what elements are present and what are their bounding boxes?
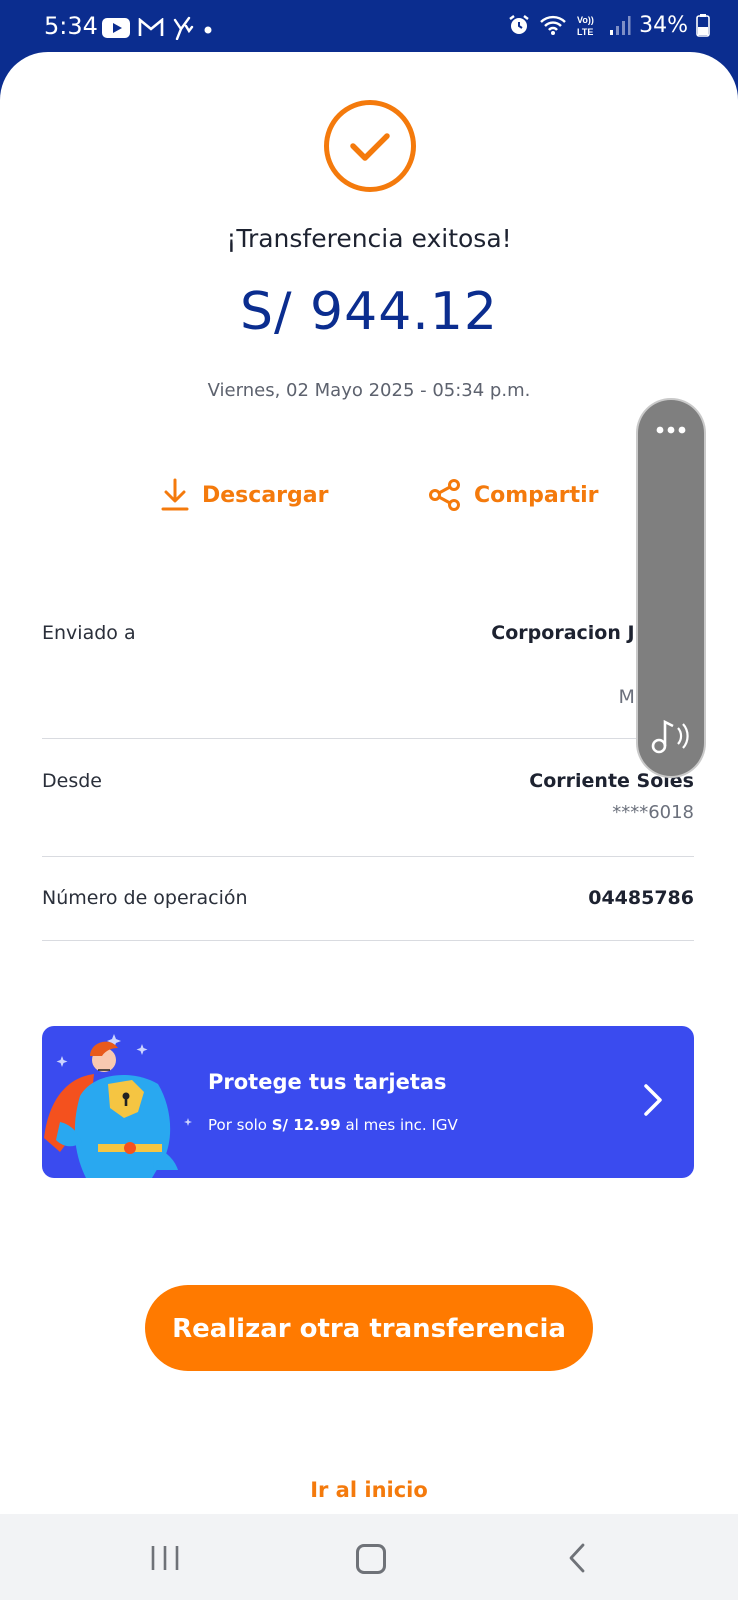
banner-subtitle: Por solo S/ 12.99 al mes inc. IGV — [208, 1116, 458, 1134]
download-button[interactable]: Descargar — [160, 478, 328, 512]
svg-text:LTE: LTE — [577, 27, 593, 37]
receipt-sheet: ¡Transferencia exitosa! S/ 944.12 Vierne… — [0, 52, 738, 1514]
youtube-icon — [102, 18, 130, 38]
operation-label: Número de operación — [42, 887, 248, 909]
origin-account-number: ****6018 — [612, 802, 694, 823]
signal-icon — [610, 16, 631, 35]
origin-label: Desde — [42, 770, 102, 792]
banner-title: Protege tus tarjetas — [208, 1070, 447, 1094]
detail-row-operation: Número de operación 04485786 — [42, 887, 694, 941]
wifi-icon — [540, 15, 566, 35]
share-button[interactable]: Compartir — [428, 478, 599, 512]
battery-percent: 34% — [639, 12, 688, 38]
banner-sub-prefix: Por solo — [208, 1116, 272, 1134]
operation-number: 04485786 — [588, 887, 694, 909]
battery-icon — [696, 14, 710, 37]
volte-icon: Vo)) LTE — [577, 15, 594, 37]
back-icon[interactable] — [566, 1542, 588, 1574]
new-transfer-button[interactable]: Realizar otra transferencia — [145, 1285, 593, 1371]
banner-price: S/ 12.99 — [271, 1116, 341, 1134]
notification-icons — [102, 16, 214, 40]
system-icons: Vo)) LTE 34% — [507, 12, 710, 38]
alarm-icon — [509, 15, 529, 34]
dot-icon — [204, 26, 212, 34]
share-label: Compartir — [474, 482, 599, 508]
share-icon — [429, 479, 460, 511]
home-icon[interactable] — [356, 1544, 386, 1574]
gmail-icon — [138, 18, 164, 36]
status-bar: 5:34 Vo)) LTE 34% — [0, 0, 738, 56]
download-label: Descargar — [202, 482, 329, 508]
banner-sub-suffix: al mes inc. IGV — [340, 1116, 458, 1134]
recipient-label: Enviado a — [42, 622, 136, 644]
transfer-date: Viernes, 02 Mayo 2025 - 05:34 p.m. — [207, 380, 531, 401]
detail-row-origin: Desde Corriente Soles ****6018 — [42, 770, 694, 857]
status-time: 5:34 — [44, 12, 98, 40]
recent-apps-icon[interactable] — [150, 1544, 180, 1572]
svg-text:Vo)): Vo)) — [577, 15, 594, 25]
system-nav-bar — [0, 1514, 738, 1600]
check-circle-icon — [324, 100, 416, 192]
music-sound-icon[interactable] — [650, 716, 694, 756]
detail-row-recipient: Enviado a Corporacion Juanjo *** Moneda — [42, 622, 694, 739]
go-home-link[interactable]: Ir al inicio — [0, 1478, 738, 1502]
card-protection-banner[interactable]: Protege tus tarjetas Por solo S/ 12.99 a… — [42, 1026, 694, 1178]
chevron-right-icon — [644, 1084, 662, 1116]
superhero-illustration — [44, 1034, 192, 1178]
success-title: ¡Transferencia exitosa! — [226, 224, 512, 253]
download-icon — [161, 478, 189, 511]
floating-widget[interactable] — [638, 400, 704, 776]
more-dots-icon[interactable] — [638, 420, 704, 440]
yape-icon — [173, 16, 194, 40]
transfer-amount: S/ 944.12 — [239, 282, 498, 342]
